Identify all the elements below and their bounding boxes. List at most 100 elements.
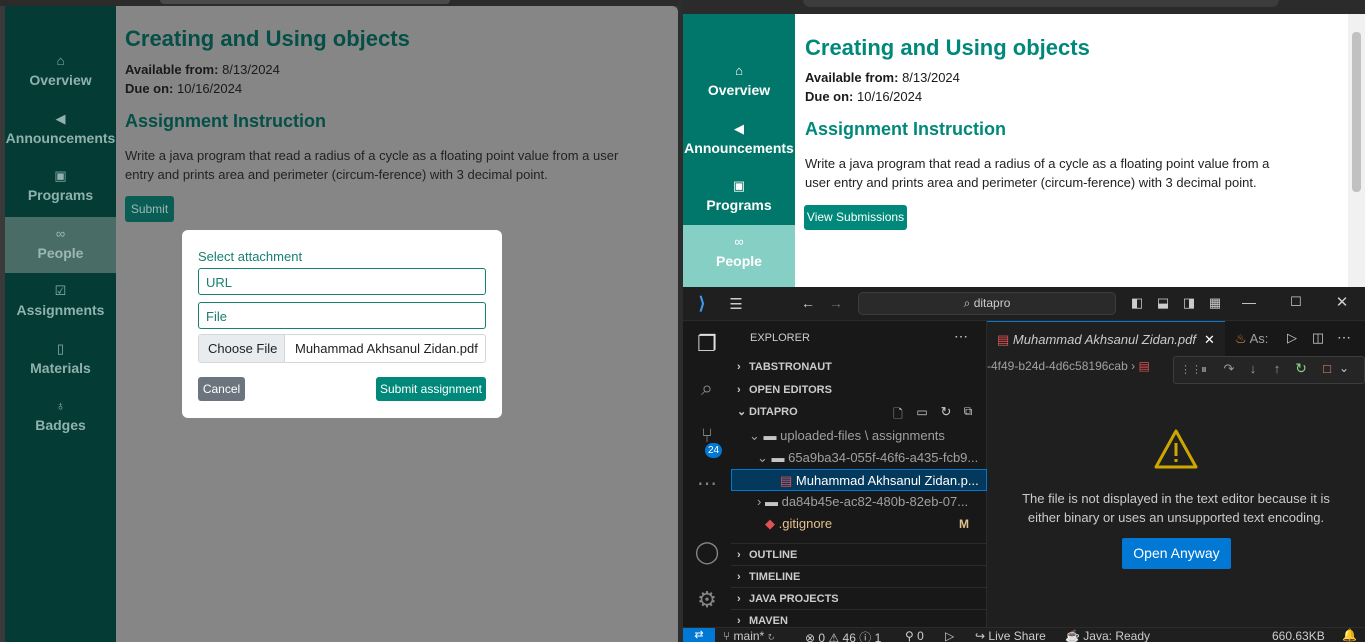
tree-label: da84b45e-ac82-480b-82eb-07... <box>781 494 969 509</box>
tree-folder-uploaded-files[interactable]: ⌄ ▬ uploaded-files \ assignments <box>749 425 987 447</box>
close-tab-icon[interactable]: ✕ <box>1204 332 1215 347</box>
step-out-icon[interactable]: ↑ <box>1270 361 1284 376</box>
collapse-all-icon[interactable]: ⧉ <box>961 404 975 419</box>
submit-assignment-button[interactable]: Submit assignment <box>376 377 486 401</box>
section-label: TIMELINE <box>749 571 801 583</box>
chevron-right-icon: › <box>737 549 741 561</box>
people-icon: ∞ <box>55 226 66 241</box>
search-text: ditapro <box>973 296 1011 310</box>
back-arrow-icon[interactable]: ← <box>800 295 816 311</box>
page-title: Creating and Using objects <box>125 26 410 51</box>
view-submissions-button[interactable]: View Submissions <box>804 205 907 230</box>
section-label: OPEN EDITORS <box>749 384 832 396</box>
sidebar-item-programs[interactable]: ▣ Programs <box>683 169 795 225</box>
file-picker[interactable]: Choose File Muhammad Akhsanul Zidan.pdf <box>198 334 486 363</box>
section-tabstronaut[interactable]: › TABSTRONAUT <box>731 356 987 378</box>
open-anyway-button[interactable]: Open Anyway <box>1122 538 1231 569</box>
ports-count: 0 <box>917 629 924 642</box>
coffee-icon: ☕ <box>1065 629 1080 642</box>
command-center-search[interactable]: ⌕ ditapro <box>858 292 1116 315</box>
tree-label: .gitignore <box>778 516 833 531</box>
section-timeline[interactable]: › TIMELINE <box>731 565 987 587</box>
toggle-sidebar-icon[interactable]: ◧ <box>1129 295 1145 311</box>
customize-layout-icon[interactable]: ▦ <box>1207 295 1223 311</box>
stop-icon[interactable]: □ <box>1320 361 1334 376</box>
tab-active-pdf[interactable]: ▤ Muhammad Akhsanul Zidan.pdf ✕ <box>987 321 1225 357</box>
tree-file-selected-pdf[interactable]: ▤ Muhammad Akhsanul Zidan.p... <box>731 469 987 491</box>
sidebar-item-overview[interactable]: ⌂ Overview <box>5 44 116 100</box>
sidebar-item-people[interactable]: ∞ People <box>683 225 795 287</box>
browser-top-bar <box>683 0 1365 14</box>
url-input[interactable]: URL <box>198 268 486 295</box>
problems-indicator[interactable]: ⊗ 0 ⚠ 46 ⓘ 1 <box>805 629 881 642</box>
browser-tab[interactable] <box>160 0 450 4</box>
git-branch[interactable]: ⑂ main* ↻ <box>723 629 775 642</box>
sidebar-item-announcements[interactable]: ◀ Announcements <box>5 102 116 158</box>
sidebar-item-announcements[interactable]: ◀ Announcements <box>683 112 795 168</box>
file-input[interactable]: File <box>198 302 486 329</box>
remote-indicator-icon[interactable]: ⇄ <box>683 628 715 642</box>
new-folder-icon[interactable]: ▭ <box>915 405 929 419</box>
section-outline[interactable]: › OUTLINE <box>731 543 987 565</box>
step-into-icon[interactable]: ↓ <box>1246 361 1260 376</box>
editor-area: ▤ Muhammad Akhsanul Zidan.pdf ✕ ♨ As: ▷ ◫… <box>987 321 1365 627</box>
menu-icon[interactable]: ☰ <box>727 295 745 313</box>
page-title: Creating and Using objects <box>805 35 1090 60</box>
tab-second[interactable]: ♨ As: <box>1235 331 1268 347</box>
sidebar-item-materials[interactable]: ▯ Materials <box>5 332 116 388</box>
page-scrollbar[interactable] <box>1348 14 1365 287</box>
submit-button[interactable]: Submit <box>125 196 174 222</box>
split-editor-icon[interactable]: ◫ <box>1311 330 1325 346</box>
address-bar[interactable] <box>803 0 1279 7</box>
right-browser-window: ⌂ Overview ◀ Announcements ▣ Programs ∞ … <box>683 0 1365 287</box>
close-window-icon[interactable]: ✕ <box>1334 293 1350 311</box>
settings-gear-icon[interactable]: ⚙ <box>693 587 721 613</box>
toggle-panel-icon[interactable]: ⬓ <box>1155 295 1171 311</box>
megaphone-icon: ◀ <box>55 111 66 126</box>
java-status[interactable]: ☕ Java: Ready <box>1065 629 1150 642</box>
sidebar-item-assignments[interactable]: ☑ Assignments <box>5 274 116 330</box>
sidebar-item-programs[interactable]: ▣ Programs <box>5 159 116 215</box>
section-open-editors[interactable]: › OPEN EDITORS <box>731 379 987 401</box>
award-icon: ♁ <box>55 398 66 413</box>
step-over-icon[interactable]: ↷ <box>1222 361 1236 377</box>
minimize-icon[interactable]: — <box>1241 294 1257 310</box>
error-icon: ⊗ <box>805 631 816 642</box>
chevron-down-icon: ⌄ <box>757 450 768 465</box>
forward-arrow-icon[interactable]: → <box>828 295 844 311</box>
scrollbar-thumb[interactable] <box>1352 32 1361 192</box>
live-share-button[interactable]: ↪ Live Share <box>975 629 1046 642</box>
sidebar-item-badges[interactable]: ♁ Badges <box>5 389 116 445</box>
sidebar-item-overview[interactable]: ⌂ Overview <box>683 54 795 110</box>
tree-folder-65a9ba34[interactable]: ⌄ ▬ 65a9ba34-055f-46f6-a435-fcb9... <box>757 447 987 469</box>
ports-indicator[interactable]: ⚲ 0 <box>905 629 924 642</box>
new-file-icon[interactable]: 🗋 <box>891 405 905 426</box>
due-label: Due on: <box>125 81 174 96</box>
tree-folder-da84b45e[interactable]: › ▬ da84b45e-ac82-480b-82eb-07... <box>757 491 987 513</box>
left-browser-window: ⌂ Overview ◀ Announcements ▣ Programs ∞ … <box>0 0 683 642</box>
choose-file-button[interactable]: Choose File <box>199 335 285 362</box>
editor-more-icon[interactable]: ⋯ <box>1337 329 1351 346</box>
search-icon[interactable]: ⌕ <box>693 377 721 401</box>
more-actions-icon[interactable]: ⋯ <box>951 328 971 345</box>
tree-file-gitignore[interactable]: ◆ .gitignore <box>765 513 987 535</box>
run-icon[interactable]: ▷ <box>1285 330 1299 346</box>
explorer-files-icon[interactable]: ❐ <box>693 331 721 357</box>
toggle-secondary-sidebar-icon[interactable]: ◨ <box>1181 295 1197 311</box>
live-share-icon: ↪ <box>975 629 986 642</box>
debug-icon[interactable]: ▷ <box>945 629 954 642</box>
more-views-icon[interactable]: ⋯ <box>693 471 721 496</box>
account-icon[interactable]: ◯ <box>693 539 721 565</box>
sidebar-item-people[interactable]: ∞ People <box>5 217 116 273</box>
refresh-icon[interactable]: ↻ <box>939 404 953 420</box>
maximize-icon[interactable]: ☐ <box>1288 294 1304 310</box>
restart-icon[interactable]: ↻ <box>1294 360 1308 377</box>
cancel-button[interactable]: Cancel <box>198 377 245 401</box>
pause-icon[interactable]: ⏸ <box>1198 362 1210 377</box>
drag-handle-icon[interactable]: ⋮⋮ <box>1180 363 1202 376</box>
notifications-bell-icon[interactable]: 🔔 <box>1342 628 1357 642</box>
chevron-down-icon[interactable]: ⌄ <box>1338 361 1350 375</box>
section-label: TABSTRONAUT <box>749 361 832 373</box>
section-java-projects[interactable]: › JAVA PROJECTS <box>731 587 987 609</box>
instruction-line-1: Write a java program that read a radius … <box>805 156 1270 171</box>
